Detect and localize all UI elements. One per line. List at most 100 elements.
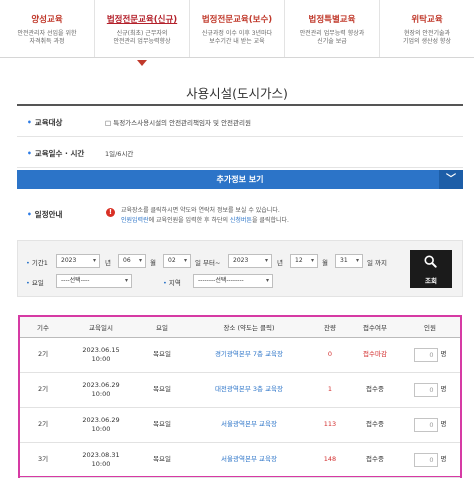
count-cell: 0명: [400, 337, 460, 372]
count-unit: 명: [440, 385, 447, 393]
place-link[interactable]: 경기광역본부 7층 교육장: [188, 337, 310, 372]
tab-desc: 신규과정 이수 이후 3년마다 보수기간 내 받는 교육: [201, 30, 273, 45]
weekday-select[interactable]: ----선택----: [56, 274, 132, 288]
bullet-icon: •: [27, 149, 32, 158]
time-text: 10:00: [91, 389, 111, 398]
place-link[interactable]: 서울광역본부 교육장: [188, 442, 310, 477]
weekday-cell: 목요일: [153, 455, 171, 463]
notice-line-2: 인원입력란에 교육인원을 입력한 후 하단의 신청버튼을 클릭합니다.: [121, 216, 451, 226]
tab-desc: 현장의 안전기술과 기업의 생산성 향상: [403, 30, 451, 45]
warning-icon: !: [106, 208, 115, 217]
tab-title: 위탁교육: [411, 15, 443, 25]
target-row: • 교육대상 □ 특정가스사용시설의 안전관리책임자 및 안전관리원: [17, 106, 463, 137]
count-unit: 명: [440, 455, 447, 463]
count-unit: 명: [440, 350, 447, 358]
unit-label: 월: [150, 259, 156, 267]
period-label-text: 기간1: [31, 259, 48, 267]
count-input[interactable]: 0: [413, 417, 438, 432]
header-place: 장소 (약도는 클릭): [188, 317, 310, 338]
table-row: 2기 2023.06.29 10:00 목요일 서울광역본부 교육장 113 접수…: [20, 407, 460, 442]
count-cell: 0명: [400, 442, 460, 477]
header-weekday: 요일: [136, 317, 188, 338]
weekday-label: • 요일: [26, 277, 44, 287]
table-row: 2기 2023.06.15 10:00 목요일 경기광역본부 7층 교육장 0 접…: [20, 337, 460, 372]
count-input[interactable]: 0: [413, 452, 438, 467]
date-text: 2023.06.29: [82, 380, 120, 389]
region-select[interactable]: --------선택--------: [193, 274, 273, 288]
unit-label: 년: [105, 259, 111, 267]
bullet-icon: •: [27, 118, 32, 127]
term-cell: 2기: [37, 385, 49, 393]
time-text: 10:00: [91, 354, 111, 363]
table-row: 2기 2023.06.29 10:00 목요일 대전광역본부 3층 교육장 1 접…: [20, 372, 460, 407]
more-info-button[interactable]: 추가정보 보기 ﹀: [17, 170, 463, 189]
remaining-cell: 148: [323, 455, 337, 463]
bullet-icon: •: [26, 259, 30, 267]
notice-text: 을 클릭합니다.: [252, 217, 289, 224]
datetime-cell: 2023.06.29 10:00: [66, 407, 136, 442]
tab-desc: 신규(최초) 근무자의 안전관리 업무능력향상: [113, 30, 171, 45]
datetime-cell: 2023.06.29 10:00: [66, 372, 136, 407]
weekday-label-text: 요일: [31, 279, 44, 287]
duration-label-text: 교육일수 · 시간: [34, 149, 85, 158]
term-cell: 2기: [37, 350, 49, 358]
more-info-label: 추가정보 보기: [216, 175, 264, 184]
bullet-icon: •: [163, 279, 167, 287]
count-cell: 0명: [400, 372, 460, 407]
schedule-row: • 일정안내 ! 교육장소를 클릭하시면 약도와 연락처 정보를 보실 수 있습니…: [17, 199, 463, 235]
active-tab-arrow-icon: [137, 60, 147, 66]
start-year-select[interactable]: 2023: [56, 254, 100, 268]
start-day-select[interactable]: 02: [163, 254, 191, 268]
tab-consigned[interactable]: 위탁교육 현장의 안전기술과 기업의 생산성 향상: [380, 0, 474, 57]
table-header-row: 기수 교육일시 요일 장소 (약도는 클릭) 잔량 접수여부 인원: [20, 317, 460, 338]
time-text: 10:00: [91, 424, 111, 433]
term-cell: 2기: [37, 420, 49, 428]
unit-label: 년: [277, 259, 283, 267]
target-value: □ 특정가스사용시설의 안전관리책임자 및 안전관리원: [105, 119, 251, 127]
end-year-select[interactable]: 2023: [228, 254, 272, 268]
status-cell: 접수중: [366, 385, 384, 393]
schedule-label: • 일정안내: [27, 209, 62, 220]
chevron-down-icon: ﹀: [439, 170, 463, 189]
target-label: • 교육대상: [27, 117, 62, 128]
header-term: 기수: [20, 317, 66, 338]
region-label: • 지역: [163, 277, 181, 287]
tab-title: 법정전문교육(보수): [201, 15, 273, 25]
tab-desc: 안전관리자 선임을 위한 자격취득 과정: [17, 30, 77, 45]
term-cell: 3기: [37, 455, 49, 463]
unit-label: 월: [322, 259, 328, 267]
tab-title: 법정특별교육: [308, 15, 356, 25]
place-link[interactable]: 대전광역본부 3층 교육장: [188, 372, 310, 407]
duration-value: 1일/6시간: [105, 150, 134, 158]
end-day-select[interactable]: 31: [335, 254, 363, 268]
notice-highlight: 신청버튼: [229, 217, 252, 224]
search-icon: [424, 255, 437, 268]
tab-training[interactable]: 양성교육 안전관리자 선임을 위한 자격취득 과정: [0, 0, 95, 57]
time-text: 10:00: [91, 459, 111, 468]
search-button[interactable]: 조회: [410, 250, 452, 288]
schedule-grid: 기수 교육일시 요일 장소 (약도는 클릭) 잔량 접수여부 인원 2기 202…: [20, 317, 460, 478]
count-cell: 0명: [400, 407, 460, 442]
tab-legal-new[interactable]: 법정전문교육(신규) 신규(최초) 근무자의 안전관리 업무능력향상: [95, 0, 190, 66]
status-cell: 접수마감: [363, 350, 387, 358]
search-button-label: 조회: [425, 277, 437, 285]
weekday-cell: 목요일: [153, 385, 171, 393]
page-title: 사용시설(도시가스): [186, 86, 288, 101]
tab-legal-refresh[interactable]: 법정전문교육(보수) 신규과정 이수 이후 3년마다 보수기간 내 받는 교육: [190, 0, 285, 57]
remaining-cell: 0: [327, 350, 333, 358]
tab-legal-special[interactable]: 법정특별교육 안전관리 업무능력 향상과 신기술 보급: [285, 0, 380, 57]
count-input[interactable]: 0: [413, 347, 438, 362]
start-month-select[interactable]: 06: [118, 254, 146, 268]
count-input[interactable]: 0: [413, 382, 438, 397]
remaining-cell: 113: [323, 420, 337, 428]
schedule-notice: 교육장소를 클릭하시면 약도와 연락처 정보를 보실 수 있습니다. 인원입력란…: [121, 206, 451, 226]
header-remaining: 잔량: [310, 317, 350, 338]
end-month-select[interactable]: 12: [290, 254, 318, 268]
duration-row: • 교육일수 · 시간 1일/6시간: [17, 137, 463, 168]
duration-label: • 교육일수 · 시간: [27, 148, 84, 159]
course-tabs: 양성교육 안전관리자 선임을 위한 자격취득 과정 법정전문교육(신규) 신규(…: [0, 0, 474, 66]
bullet-icon: •: [26, 279, 30, 287]
remaining-cell: 1: [327, 385, 333, 393]
region-label-text: 지역: [168, 279, 181, 287]
place-link[interactable]: 서울광역본부 교육장: [188, 407, 310, 442]
